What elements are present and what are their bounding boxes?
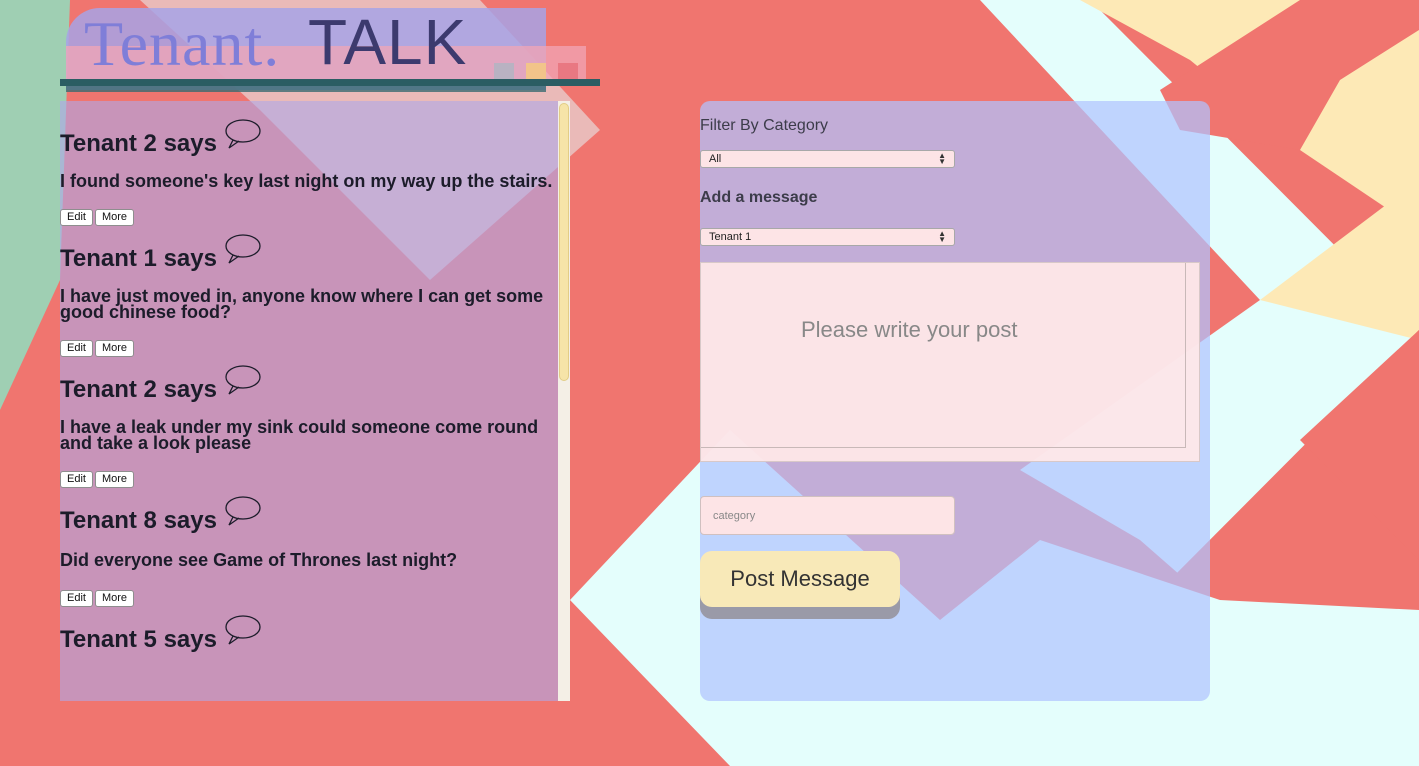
message-author: Tenant 8 says xyxy=(60,507,217,534)
category-filter-select[interactable]: All ▲ ▼ xyxy=(700,150,955,168)
message-item: Tenant 1 says I have just moved in, anyo… xyxy=(60,234,558,357)
speech-bubble-icon xyxy=(225,234,261,264)
message-text: I have just moved in, anyone know where … xyxy=(60,286,544,322)
add-message-heading: Add a message xyxy=(700,189,818,206)
post-placeholder: Please write your post xyxy=(801,317,1018,342)
message-item: Tenant 2 says I found someone's key last… xyxy=(60,119,558,226)
scrollbar-thumb[interactable] xyxy=(559,103,569,381)
select-arrows-icon: ▲ ▼ xyxy=(938,229,946,244)
edit-button[interactable]: Edit xyxy=(60,340,93,357)
message-text: I have a leak under my sink could someon… xyxy=(60,417,539,453)
logo-underline xyxy=(60,79,600,86)
more-button[interactable]: More xyxy=(94,340,135,357)
message-form-panel: Filter By Category All ▲ ▼ Add a message … xyxy=(700,101,1210,701)
textarea-resize-frame xyxy=(701,263,1186,448)
edit-button[interactable]: Edit xyxy=(60,471,93,488)
logo-main-text: Tenant. xyxy=(84,8,281,79)
message-item: Tenant 2 says I have a leak under my sin… xyxy=(60,365,558,488)
message-header: Tenant 1 says xyxy=(60,234,558,276)
message-text: Did everyone see Game of Thrones last ni… xyxy=(60,550,458,570)
messages-panel: Tenant 2 says I found someone's key last… xyxy=(60,101,570,701)
tenant-select-value: Tenant 1 xyxy=(709,231,752,243)
message-text: I found someone's key last night on my w… xyxy=(60,171,553,191)
logo-underline-shadow xyxy=(66,86,546,92)
message-list[interactable]: Tenant 2 says I found someone's key last… xyxy=(60,101,558,701)
message-author: Tenant 5 says xyxy=(60,626,217,653)
category-filter-value: All xyxy=(709,153,722,165)
select-arrows-icon: ▲ ▼ xyxy=(938,151,946,166)
speech-bubble-icon xyxy=(225,119,261,149)
message-author: Tenant 2 says xyxy=(60,376,217,403)
speech-bubble-icon xyxy=(225,496,261,526)
logo-accent-text: TALK xyxy=(308,6,468,78)
filter-label: Filter By Category xyxy=(700,117,829,134)
message-list-scrollbar[interactable] xyxy=(558,101,570,701)
app-logo[interactable]: Tenant. TALK xyxy=(60,6,600,92)
message-actions: Edit More xyxy=(60,590,558,607)
message-header: Tenant 2 says xyxy=(60,365,558,407)
post-textarea[interactable]: Please write your post xyxy=(700,262,1200,462)
more-button[interactable]: More xyxy=(94,590,135,607)
message-author: Tenant 2 says xyxy=(60,130,217,157)
edit-button[interactable]: Edit xyxy=(60,209,93,226)
message-item: Tenant 5 says xyxy=(60,615,558,657)
message-item: Tenant 8 says Did everyone see Game of T… xyxy=(60,496,558,607)
message-actions: Edit More xyxy=(60,209,558,226)
message-header: Tenant 8 says xyxy=(60,496,558,538)
edit-button[interactable]: Edit xyxy=(60,590,93,607)
message-actions: Edit More xyxy=(60,471,558,488)
message-author: Tenant 1 says xyxy=(60,245,217,272)
tenant-select[interactable]: Tenant 1 ▲ ▼ xyxy=(700,228,955,246)
category-input[interactable]: category xyxy=(700,496,955,535)
speech-bubble-icon xyxy=(225,365,261,395)
message-form: Filter By Category All ▲ ▼ Add a message … xyxy=(700,101,1210,701)
message-header: Tenant 2 says xyxy=(60,119,558,161)
speech-bubble-icon xyxy=(225,615,261,645)
message-actions: Edit More xyxy=(60,340,558,357)
message-header: Tenant 5 says xyxy=(60,615,558,657)
more-button[interactable]: More xyxy=(94,209,135,226)
post-message-button[interactable]: Post Message xyxy=(700,551,900,607)
more-button[interactable]: More xyxy=(94,471,135,488)
